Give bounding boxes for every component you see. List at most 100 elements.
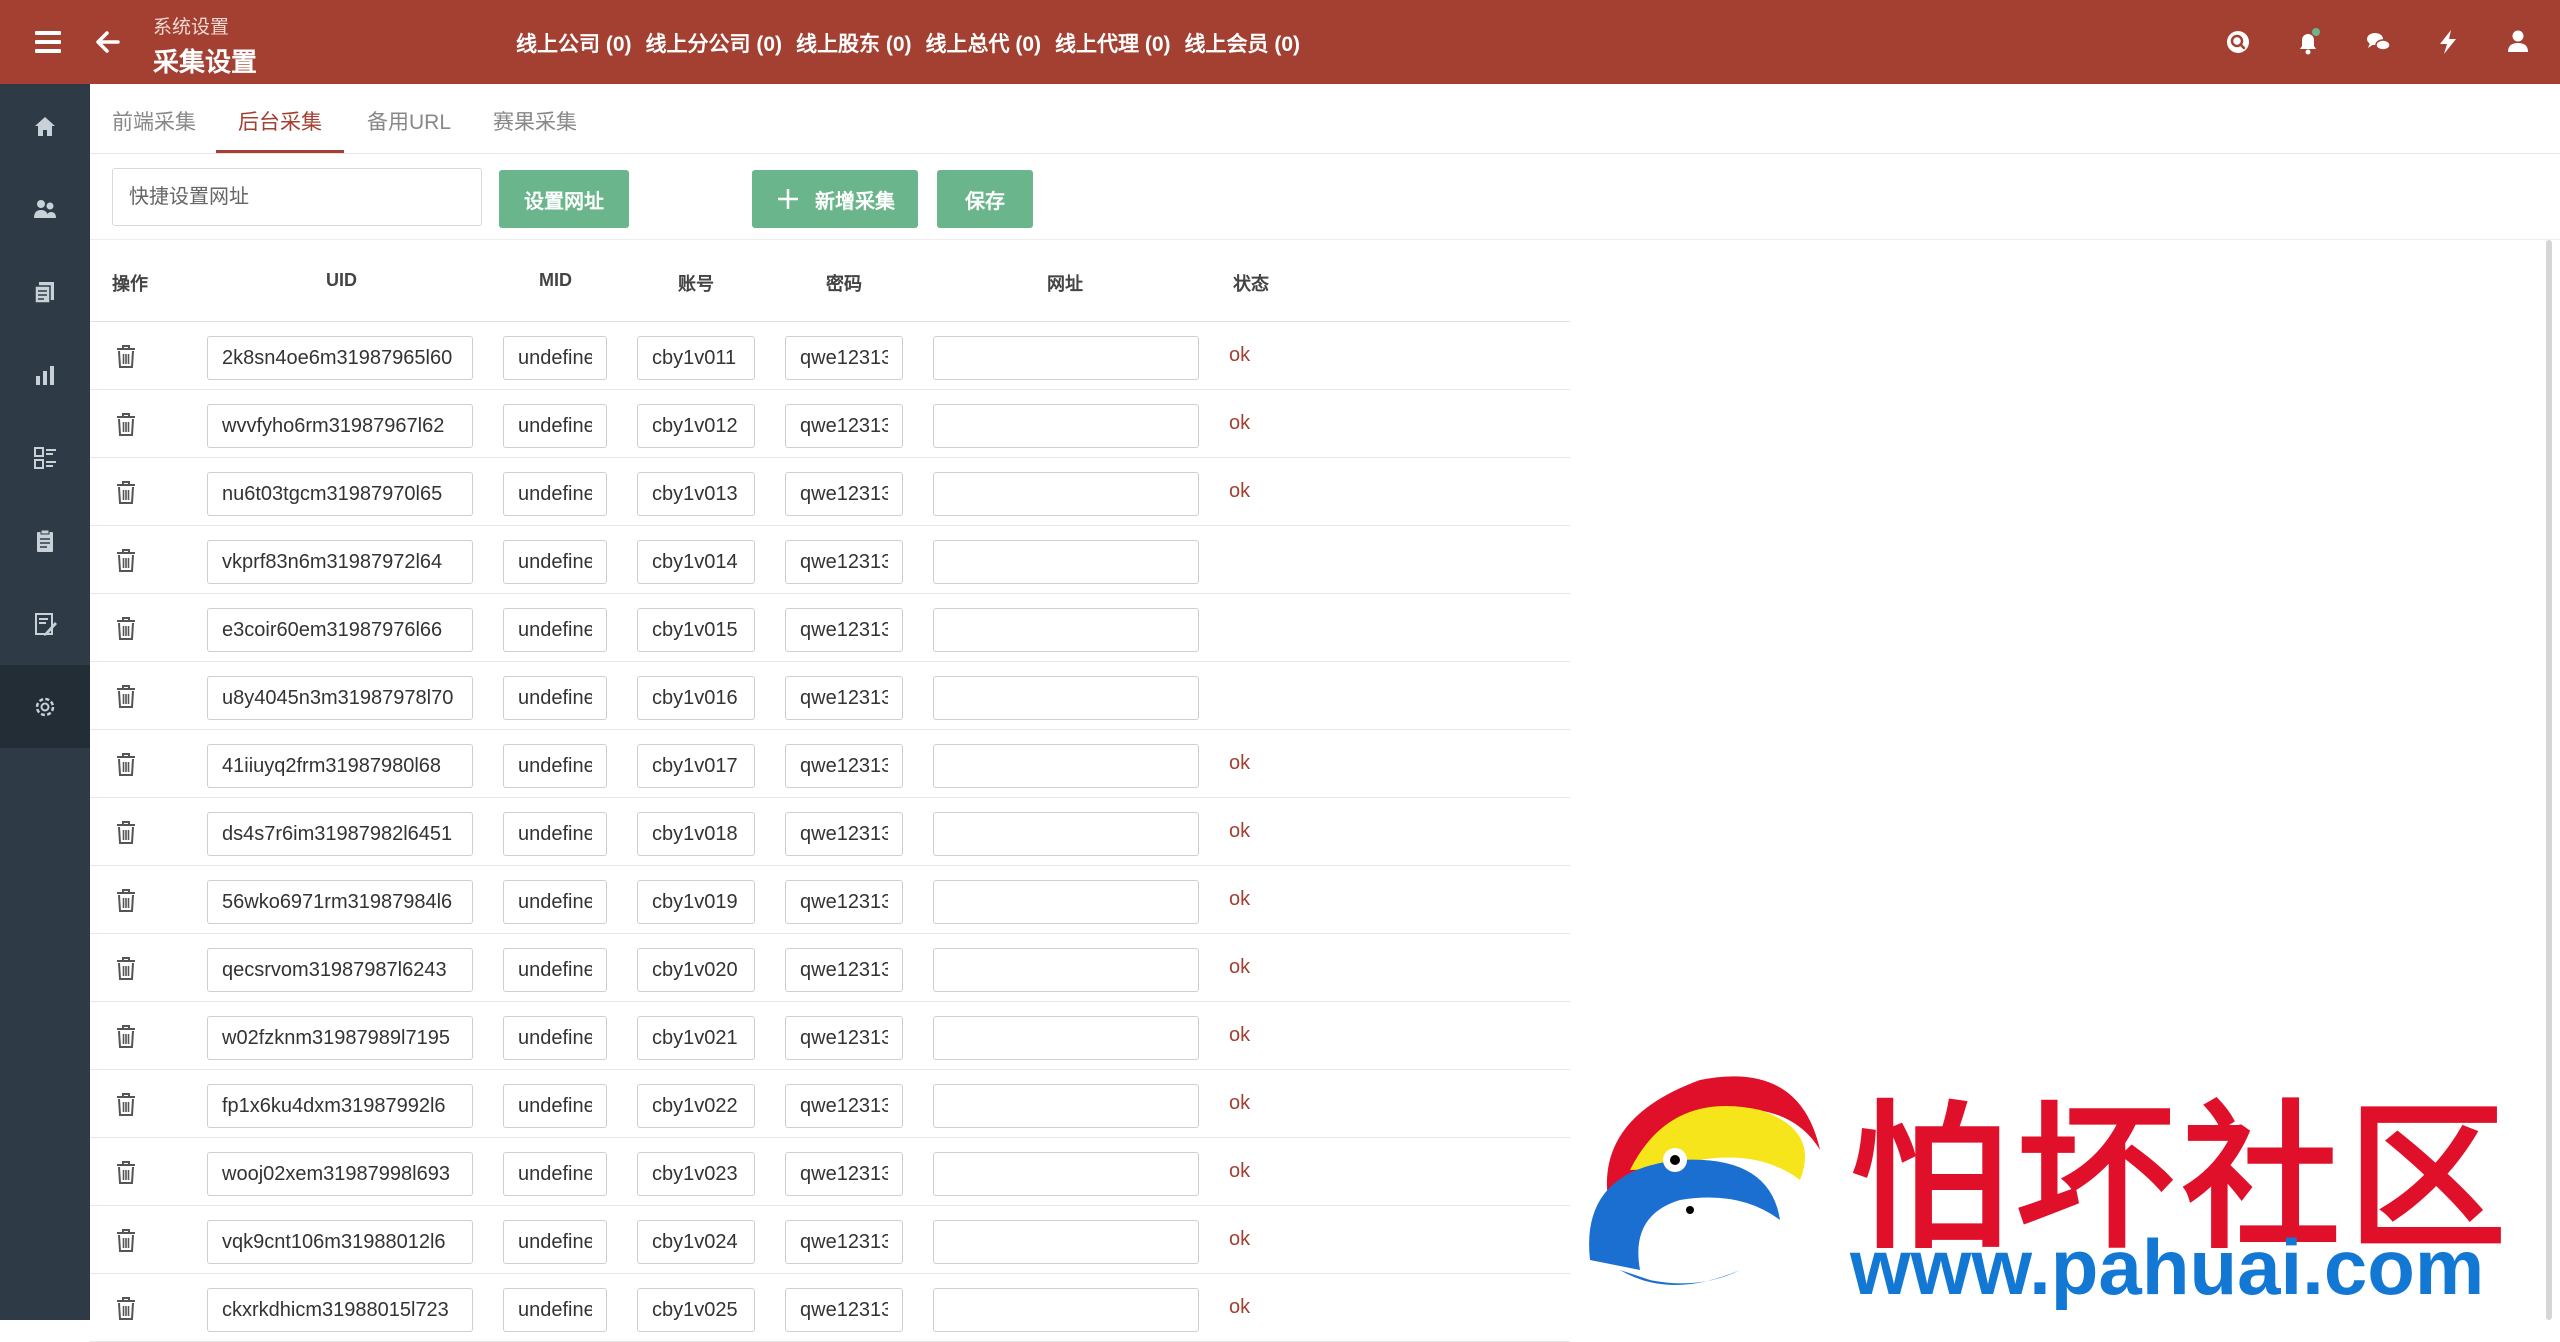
uid-input[interactable] [207, 1084, 473, 1128]
password-input[interactable] [785, 948, 903, 992]
password-input[interactable] [785, 1220, 903, 1264]
password-input[interactable] [785, 812, 903, 856]
url-input[interactable] [933, 880, 1199, 924]
sidebar-item-home[interactable] [0, 84, 90, 167]
uid-input[interactable] [207, 472, 473, 516]
mid-input[interactable] [503, 1220, 607, 1264]
stat-online-agent[interactable]: 线上代理 (0) [1055, 28, 1171, 58]
url-input[interactable] [933, 744, 1199, 788]
uid-input[interactable] [207, 1220, 473, 1264]
tab-backup-url[interactable]: 备用URL [367, 106, 451, 136]
sidebar-item-users[interactable] [0, 167, 90, 250]
uid-input[interactable] [207, 676, 473, 720]
url-input[interactable] [933, 1152, 1199, 1196]
mid-input[interactable] [503, 336, 607, 380]
mid-input[interactable] [503, 880, 607, 924]
uid-input[interactable] [207, 1288, 473, 1332]
trash-icon[interactable] [112, 1226, 140, 1254]
add-collect-button[interactable]: 新增采集 [752, 170, 918, 228]
back-arrow-icon[interactable] [88, 22, 128, 62]
trash-icon[interactable] [112, 954, 140, 982]
url-input[interactable] [933, 812, 1199, 856]
mid-input[interactable] [503, 1084, 607, 1128]
search-icon[interactable] [2218, 22, 2258, 62]
url-input[interactable] [933, 472, 1199, 516]
account-input[interactable] [637, 1288, 755, 1332]
trash-icon[interactable] [112, 750, 140, 778]
tab-backend-collect[interactable]: 后台采集 [238, 106, 322, 136]
sidebar-item-settings[interactable] [0, 665, 90, 748]
account-input[interactable] [637, 1084, 755, 1128]
account-input[interactable] [637, 1152, 755, 1196]
uid-input[interactable] [207, 744, 473, 788]
trash-icon[interactable] [112, 886, 140, 914]
bolt-icon[interactable] [2428, 22, 2468, 62]
stat-online-company[interactable]: 线上公司 (0) [516, 28, 632, 58]
url-input[interactable] [933, 948, 1199, 992]
account-input[interactable] [637, 812, 755, 856]
mid-input[interactable] [503, 1288, 607, 1332]
password-input[interactable] [785, 1084, 903, 1128]
stat-online-shareholder[interactable]: 线上股东 (0) [796, 28, 912, 58]
uid-input[interactable] [207, 1016, 473, 1060]
trash-icon[interactable] [112, 1090, 140, 1118]
account-input[interactable] [637, 1220, 755, 1264]
trash-icon[interactable] [112, 342, 140, 370]
account-input[interactable] [637, 540, 755, 584]
mid-input[interactable] [503, 1152, 607, 1196]
trash-icon[interactable] [112, 546, 140, 574]
password-input[interactable] [785, 472, 903, 516]
sidebar-item-documents[interactable] [0, 250, 90, 333]
account-input[interactable] [637, 608, 755, 652]
url-input[interactable] [933, 1084, 1199, 1128]
mid-input[interactable] [503, 540, 607, 584]
trash-icon[interactable] [112, 1158, 140, 1186]
mid-input[interactable] [503, 608, 607, 652]
quick-url-input[interactable] [112, 168, 482, 226]
account-input[interactable] [637, 472, 755, 516]
sidebar-item-lists[interactable] [0, 416, 90, 499]
url-input[interactable] [933, 1288, 1199, 1332]
sidebar-item-reports[interactable] [0, 333, 90, 416]
mid-input[interactable] [503, 676, 607, 720]
account-input[interactable] [637, 1016, 755, 1060]
url-input[interactable] [933, 540, 1199, 584]
account-input[interactable] [637, 336, 755, 380]
stat-online-branch[interactable]: 线上分公司 (0) [646, 28, 783, 58]
sidebar-item-clipboard[interactable] [0, 499, 90, 582]
url-input[interactable] [933, 608, 1199, 652]
trash-icon[interactable] [112, 478, 140, 506]
bell-icon[interactable] [2288, 22, 2328, 62]
uid-input[interactable] [207, 608, 473, 652]
password-input[interactable] [785, 880, 903, 924]
account-input[interactable] [637, 948, 755, 992]
mid-input[interactable] [503, 1016, 607, 1060]
mid-input[interactable] [503, 404, 607, 448]
trash-icon[interactable] [112, 1022, 140, 1050]
set-url-button[interactable]: 设置网址 [499, 170, 629, 228]
hamburger-menu-icon[interactable] [28, 22, 68, 62]
uid-input[interactable] [207, 812, 473, 856]
password-input[interactable] [785, 1152, 903, 1196]
account-input[interactable] [637, 880, 755, 924]
tab-frontend-collect[interactable]: 前端采集 [112, 106, 196, 136]
mid-input[interactable] [503, 744, 607, 788]
stat-online-general-agent[interactable]: 线上总代 (0) [926, 28, 1042, 58]
uid-input[interactable] [207, 404, 473, 448]
url-input[interactable] [933, 404, 1199, 448]
url-input[interactable] [933, 1016, 1199, 1060]
trash-icon[interactable] [112, 614, 140, 642]
password-input[interactable] [785, 336, 903, 380]
uid-input[interactable] [207, 540, 473, 584]
chat-icon[interactable] [2358, 22, 2398, 62]
save-button[interactable]: 保存 [937, 170, 1033, 228]
uid-input[interactable] [207, 880, 473, 924]
trash-icon[interactable] [112, 682, 140, 710]
password-input[interactable] [785, 1016, 903, 1060]
password-input[interactable] [785, 608, 903, 652]
tab-results-collect[interactable]: 赛果采集 [493, 106, 577, 136]
mid-input[interactable] [503, 948, 607, 992]
password-input[interactable] [785, 404, 903, 448]
url-input[interactable] [933, 1220, 1199, 1264]
uid-input[interactable] [207, 336, 473, 380]
